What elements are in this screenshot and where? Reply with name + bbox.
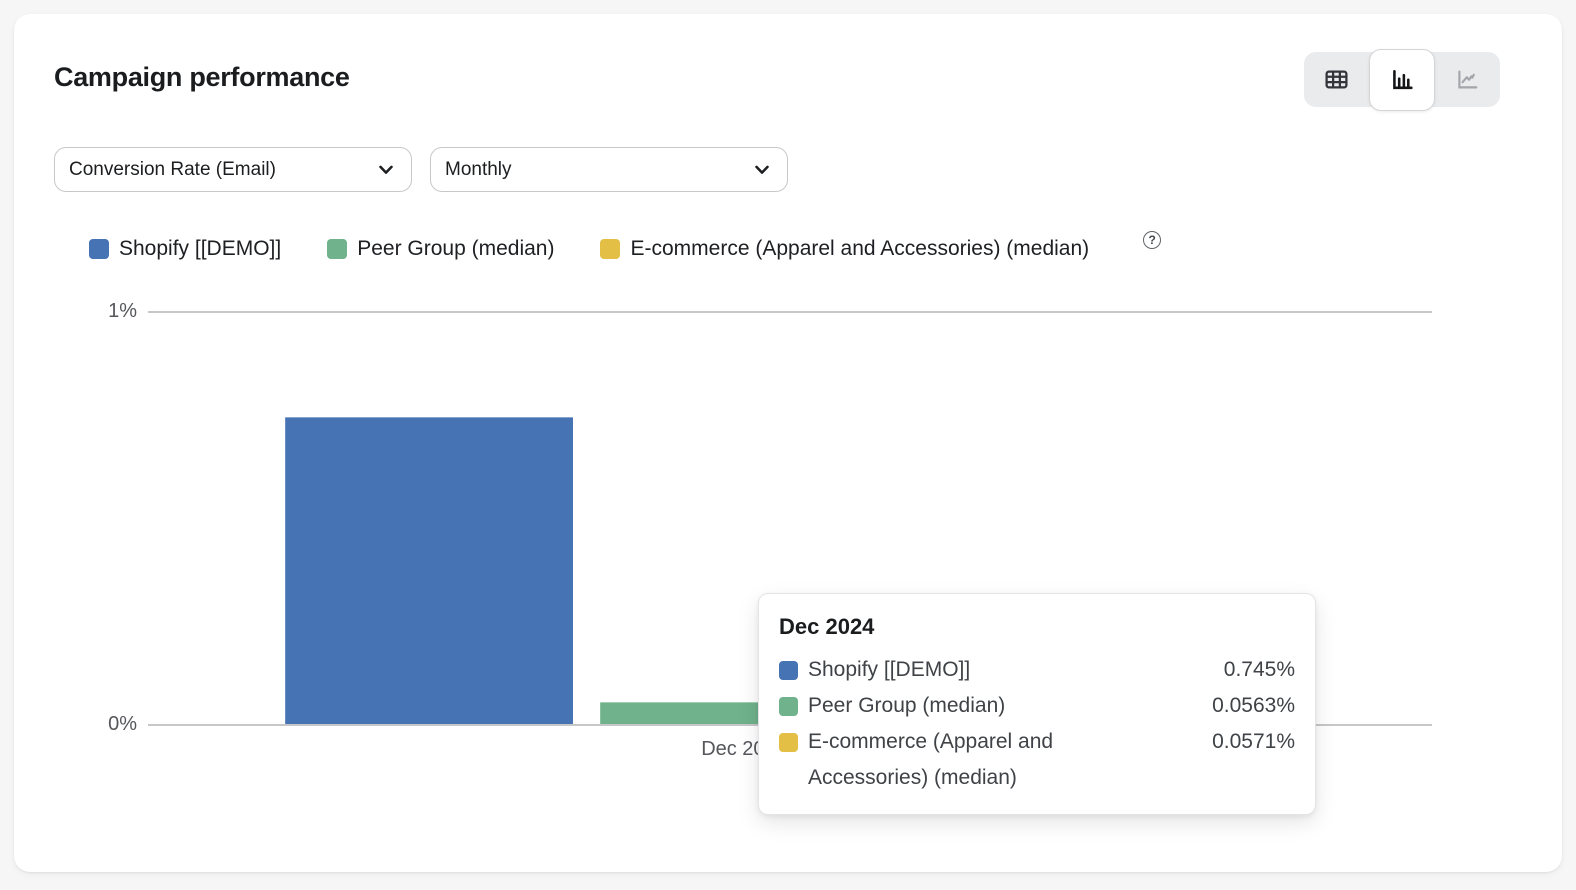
view-toggle xyxy=(1304,52,1500,107)
legend-item-label: Shopify [[DEMO]] xyxy=(119,237,281,261)
tooltip-swatch xyxy=(779,733,798,752)
metric-select-value: Conversion Rate (Email) xyxy=(69,159,367,181)
y-axis-tick-label: 0% xyxy=(67,713,137,736)
table-view-button[interactable] xyxy=(1304,52,1369,107)
bar-chart-view-button[interactable] xyxy=(1369,49,1435,111)
campaign-performance-card: Campaign performance xyxy=(14,14,1562,872)
help-icon[interactable]: ? xyxy=(1143,231,1161,249)
legend-item-shopify: Shopify [[DEMO]] xyxy=(89,237,281,261)
tooltip-row-value: 0.0571% xyxy=(1212,724,1295,760)
page-title: Campaign performance xyxy=(54,62,350,93)
tooltip-row-value: 0.0563% xyxy=(1212,688,1295,724)
tooltip-row: Shopify [[DEMO]] 0.745% xyxy=(779,652,1295,688)
tooltip-row-label: Shopify [[DEMO]] xyxy=(808,652,1118,688)
granularity-select-value: Monthly xyxy=(445,159,743,181)
tooltip-row: Peer Group (median) 0.0563% xyxy=(779,688,1295,724)
chevron-down-icon xyxy=(375,159,397,181)
gridline xyxy=(148,311,1432,313)
legend-item-label: Peer Group (median) xyxy=(357,237,554,261)
legend-swatch xyxy=(600,239,620,259)
line-chart-icon xyxy=(1454,66,1481,93)
granularity-select[interactable]: Monthly xyxy=(430,147,788,192)
table-icon xyxy=(1323,66,1350,93)
legend-item-ecommerce: E-commerce (Apparel and Accessories) (me… xyxy=(600,237,1089,261)
tooltip-swatch xyxy=(779,697,798,716)
bar-shopify[interactable] xyxy=(285,417,573,725)
chart-tooltip: Dec 2024 Shopify [[DEMO]] 0.745% Peer Gr… xyxy=(758,593,1316,815)
line-chart-view-button[interactable] xyxy=(1435,52,1500,107)
legend-swatch xyxy=(327,239,347,259)
legend-swatch xyxy=(89,239,109,259)
tooltip-title: Dec 2024 xyxy=(779,614,1295,640)
tooltip-swatch xyxy=(779,661,798,680)
y-axis-tick-label: 1% xyxy=(67,300,137,323)
bar-chart-icon xyxy=(1388,66,1416,94)
tooltip-row-label: Peer Group (median) xyxy=(808,688,1118,724)
legend-item-peer-group: Peer Group (median) xyxy=(327,237,554,261)
metric-select[interactable]: Conversion Rate (Email) xyxy=(54,147,412,192)
tooltip-row: E-commerce (Apparel and Accessories) (me… xyxy=(779,724,1295,796)
chevron-down-icon xyxy=(751,159,773,181)
chart-legend: Shopify [[DEMO]] Peer Group (median) E-c… xyxy=(89,237,1161,261)
tooltip-row-value: 0.745% xyxy=(1224,652,1295,688)
tooltip-row-label: E-commerce (Apparel and Accessories) (me… xyxy=(808,724,1118,796)
legend-item-label: E-commerce (Apparel and Accessories) (me… xyxy=(630,237,1089,261)
